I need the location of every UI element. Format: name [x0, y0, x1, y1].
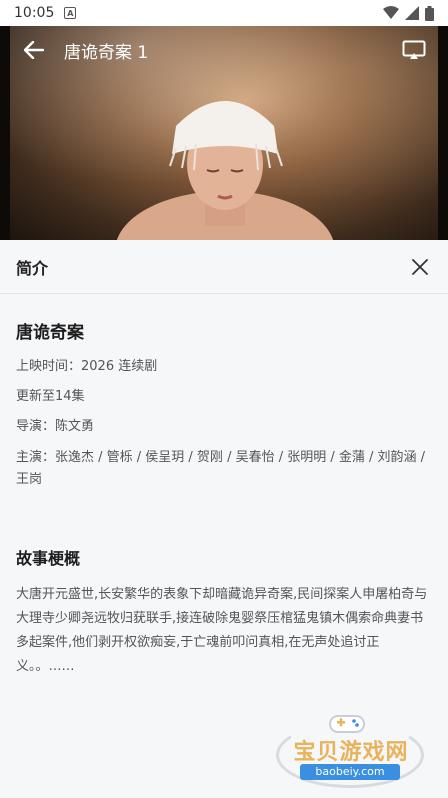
update-info: 更新至14集 — [16, 389, 85, 404]
video-side-bar — [0, 26, 10, 240]
show-title: 唐诡奇案 — [16, 323, 84, 343]
back-arrow-icon[interactable] — [20, 36, 48, 64]
watermark-url: baobeiy.com — [300, 764, 400, 780]
cast-icon[interactable] — [400, 36, 428, 64]
gamepad-icon — [329, 715, 365, 733]
panel-title: 简介 — [16, 258, 49, 278]
synopsis-title: 故事梗概 — [16, 549, 81, 568]
signal-icon — [405, 6, 419, 20]
panel-content: 唐诡奇案 上映时间：2026 连续剧 更新至14集 导演：陈文勇 主演：张逸杰 … — [0, 318, 448, 679]
status-time: 10:05 — [14, 5, 55, 21]
watermark-name: 宝贝游戏网 — [293, 740, 409, 765]
video-player[interactable]: 唐诡奇案 1 — [10, 26, 438, 240]
status-bar: 10:05 A — [0, 0, 448, 26]
video-title: 唐诡奇案 1 — [64, 42, 149, 63]
synopsis-text: 大唐开元盛世,长安繁华的表象下却暗藏诡异奇案,民间探案人申屠柏奇与大理寺少卿尧远… — [16, 587, 428, 674]
status-icons — [383, 5, 434, 21]
notification-icon: A — [64, 7, 77, 19]
cast-info: 主演：张逸杰 / 管栎 / 侯呈玥 / 贺刚 / 吴春怡 / 张明明 / 金蒲 … — [16, 450, 426, 487]
video-topbar: 唐诡奇案 1 — [10, 26, 438, 74]
video-frame-figure — [116, 101, 334, 240]
watermark-logo: 宝贝游戏网 baobeiy.com — [270, 706, 430, 792]
video-side-bar — [438, 26, 448, 240]
director-info: 导演：陈文勇 — [16, 419, 95, 434]
panel-header: 简介 — [0, 240, 448, 294]
battery-icon — [425, 5, 434, 21]
close-icon[interactable] — [408, 255, 432, 279]
release-info: 上映时间：2026 连续剧 — [16, 359, 158, 374]
wifi-icon — [383, 6, 399, 19]
